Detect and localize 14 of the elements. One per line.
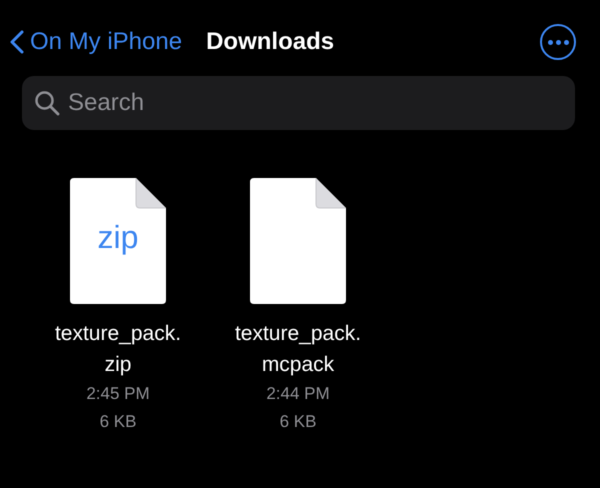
file-icon[interactable]: zip xyxy=(70,178,166,304)
file-size: 6 KB xyxy=(100,411,136,433)
page-title: Downloads xyxy=(206,28,336,56)
more-button[interactable] xyxy=(540,24,576,60)
file-name: texture_pack. zip xyxy=(54,321,182,378)
file-time: 2:44 PM xyxy=(266,383,330,405)
file-size: 6 KB xyxy=(280,411,316,433)
file-name: texture_pack. mcpack xyxy=(234,321,362,378)
back-link[interactable]: On My iPhone xyxy=(10,28,182,56)
file-time: 2:45 PM xyxy=(86,383,150,405)
search-icon xyxy=(34,90,60,116)
search-field[interactable]: Search xyxy=(22,76,575,130)
chevron-icon xyxy=(10,30,24,54)
file-icon[interactable] xyxy=(250,178,346,304)
